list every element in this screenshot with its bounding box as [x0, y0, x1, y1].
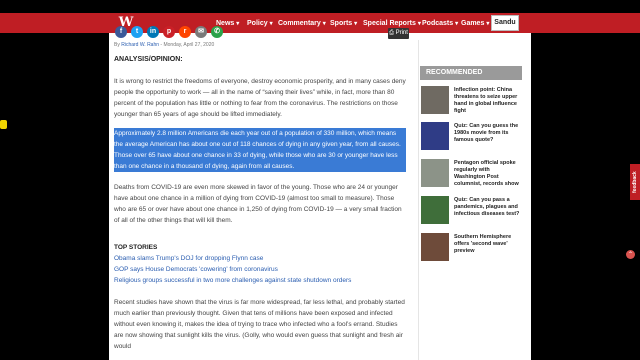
email-icon[interactable]: ✉	[195, 26, 207, 38]
sms-icon[interactable]: ✆	[211, 26, 223, 38]
chevron-down-icon: ▾	[455, 21, 459, 27]
recommended-thumbnail[interactable]	[421, 159, 449, 187]
user-account-button[interactable]: Sandu	[491, 15, 519, 31]
section-label: ANALYSIS/OPINION:	[114, 56, 183, 63]
publish-date: Monday, April 27, 2020	[163, 42, 215, 48]
chevron-down-icon: ▾	[236, 21, 240, 27]
left-black-bar	[0, 0, 109, 360]
author-link[interactable]: Richard W. Rahn	[121, 42, 159, 48]
chevron-down-icon: ▾	[322, 21, 326, 27]
chevron-down-icon: ▾	[486, 21, 490, 27]
recommended-link[interactable]: Southern Hemisphere offers 'second wave'…	[454, 234, 520, 255]
recommended-thumbnail[interactable]	[421, 196, 449, 224]
nav-sports[interactable]: Sports ▾	[330, 17, 357, 31]
nav-games[interactable]: Games ▾	[461, 17, 489, 31]
recommended-link[interactable]: Inflection point: China threatens to sei…	[454, 87, 520, 115]
nav-commentary[interactable]: Commentary ▾	[278, 17, 326, 31]
recommended-link[interactable]: Quiz: Can you guess the 1980s movie from…	[454, 123, 520, 144]
printer-icon: ⎙	[389, 30, 394, 36]
pinterest-icon[interactable]: p	[163, 26, 175, 38]
scroll-to-top-icon[interactable]: ⌃	[626, 250, 635, 259]
article-paragraph: Deaths from COVID-19 are even more skewe…	[114, 184, 402, 224]
twitter-icon[interactable]: t	[131, 26, 143, 38]
mouse-cursor-indicator	[0, 120, 7, 129]
recommended-link[interactable]: Pentagon official spoke regularly with W…	[454, 160, 520, 188]
top-stories-heading: TOP STORIES	[114, 244, 158, 251]
chevron-down-icon: ▾	[417, 21, 421, 27]
article-paragraph: It is wrong to restrict the freedoms of …	[114, 78, 406, 118]
right-black-bar	[531, 0, 640, 360]
chevron-down-icon: ▾	[354, 21, 358, 27]
recommended-heading: RECOMMENDED	[420, 66, 522, 80]
reddit-icon[interactable]: r	[179, 26, 191, 38]
column-divider	[418, 40, 419, 360]
linkedin-icon[interactable]: in	[147, 26, 159, 38]
top-story-link[interactable]: GOP says House Democrats 'cowering' from…	[114, 266, 278, 273]
recommended-thumbnail[interactable]	[421, 233, 449, 261]
nav-podcasts[interactable]: Podcasts ▾	[422, 17, 458, 31]
article-paragraph: Recent studies have shown that the virus…	[114, 299, 405, 350]
nav-policy[interactable]: Policy ▾	[247, 17, 273, 31]
facebook-icon[interactable]: f	[115, 26, 127, 38]
print-button[interactable]: ⎙ Print	[388, 28, 409, 39]
article-paragraph-selected[interactable]: Approximately 2.8 million Americans die …	[114, 128, 406, 172]
recommended-thumbnail[interactable]	[421, 122, 449, 150]
recommended-thumbnail[interactable]	[421, 86, 449, 114]
chevron-down-icon: ▾	[269, 21, 273, 27]
byline: By Richard W. Rahn - Monday, April 27, 2…	[114, 42, 215, 48]
top-black-bar	[0, 0, 640, 13]
recommended-link[interactable]: Quiz: Can you pass a pandemics, plagues …	[454, 197, 520, 218]
top-story-link[interactable]: Religious groups successful in two more …	[114, 277, 351, 284]
feedback-tab[interactable]: feedback	[630, 164, 640, 200]
top-story-link[interactable]: Obama slams Trump's DOJ for dropping Fly…	[114, 255, 263, 262]
